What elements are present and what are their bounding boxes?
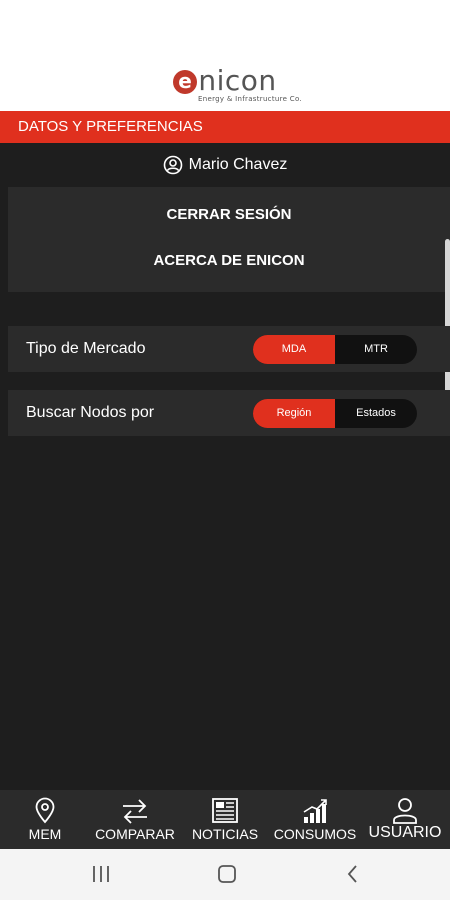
settings-panel: Mario Chavez CERRAR SESIÓN ACERCA DE ENI… [0, 143, 450, 790]
section-title-bar: DATOS Y PREFERENCIAS [0, 111, 450, 143]
person-icon [393, 798, 417, 824]
market-type-row: Tipo de Mercado MDA MTR [8, 326, 450, 372]
market-option-mtr[interactable]: MTR [335, 335, 417, 364]
search-nodes-row: Buscar Nodos por Región Estados [8, 390, 450, 436]
map-pin-icon [35, 797, 55, 824]
nav-noticias-label: NOTICIAS [191, 826, 259, 842]
nodes-option-states[interactable]: Estados [335, 399, 417, 428]
bottom-navigation: MEM COMPARAR NOTICIAS CONSUMOS USUARIO [0, 790, 450, 849]
enicon-logo: e nicon Energy & Infrastructure Co. [0, 66, 450, 103]
nav-comparar[interactable]: COMPARAR [90, 790, 180, 849]
recent-apps-icon[interactable] [91, 863, 111, 885]
logo-wordmark: nicon [198, 64, 277, 97]
user-info: Mario Chavez [0, 143, 450, 187]
system-navigation-bar [0, 849, 450, 900]
nodes-option-region[interactable]: Región [253, 399, 335, 428]
newspaper-icon [212, 798, 238, 823]
nav-usuario-label: USUARIO [368, 824, 442, 841]
market-type-label: Tipo de Mercado [26, 340, 146, 357]
bar-growth-icon [303, 799, 327, 823]
nav-consumos[interactable]: CONSUMOS [270, 790, 360, 849]
search-nodes-toggle[interactable]: Región Estados [253, 399, 417, 428]
logout-button[interactable]: CERRAR SESIÓN [8, 206, 450, 223]
search-nodes-label: Buscar Nodos por [26, 404, 155, 421]
nav-mem[interactable]: MEM [0, 790, 90, 849]
about-button[interactable]: ACERCA DE ENICON [8, 252, 450, 269]
app-header: e nicon Energy & Infrastructure Co. [0, 0, 450, 111]
user-name: Mario Chavez [188, 156, 288, 173]
back-icon[interactable] [344, 863, 362, 885]
nav-comparar-label: COMPARAR [95, 826, 175, 842]
logo-e-mark: e [173, 70, 198, 94]
market-type-toggle[interactable]: MDA MTR [253, 335, 417, 364]
swap-arrows-icon [123, 799, 147, 824]
nav-mem-label: MEM [28, 826, 62, 842]
nav-usuario[interactable]: USUARIO [360, 790, 450, 849]
scrollbar-thumb[interactable] [445, 239, 450, 409]
logo-tagline: Energy & Infrastructure Co. [198, 95, 302, 103]
user-circle-icon [163, 155, 182, 175]
market-option-mda[interactable]: MDA [253, 335, 335, 364]
home-icon[interactable] [216, 863, 238, 885]
nav-consumos-label: CONSUMOS [273, 826, 357, 842]
account-menu: CERRAR SESIÓN ACERCA DE ENICON [8, 187, 450, 292]
nav-noticias[interactable]: NOTICIAS [180, 790, 270, 849]
